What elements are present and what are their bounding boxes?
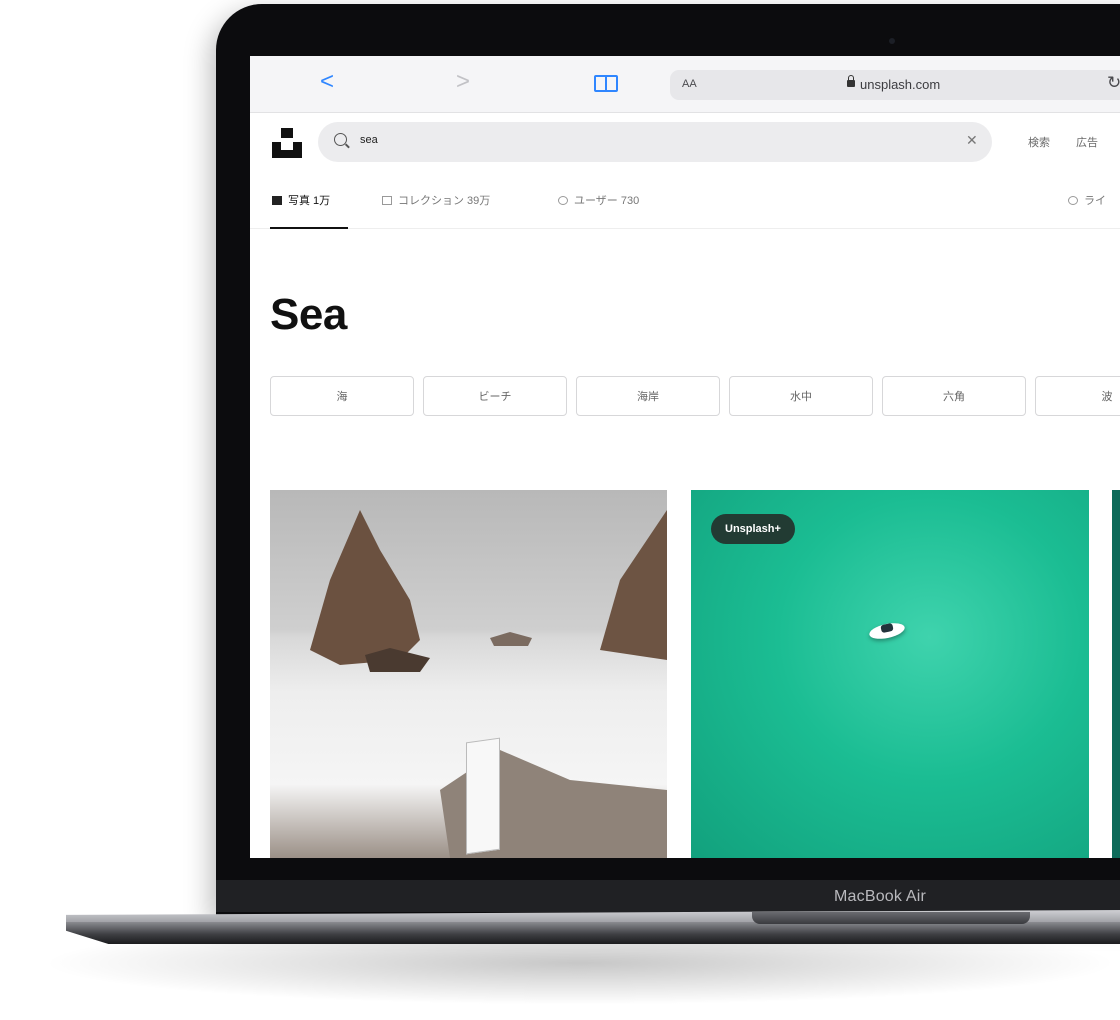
chip[interactable]: 海 [270,376,414,416]
photo-card[interactable] [1112,490,1120,858]
screen-bezel-bottom [216,880,1120,912]
header-link[interactable]: 検索 [1028,134,1050,150]
page-title: Sea [270,290,347,339]
active-tab-underline [270,227,348,229]
chip[interactable]: 海岸 [576,376,720,416]
tab-license[interactable]: ライ [1068,192,1106,208]
browser-window: < > AA unsplash.com ↻ sea ✕ 検索 広告 写真 1万 … [250,56,1120,858]
header-link[interactable]: 広告 [1076,134,1098,150]
info-icon [1068,196,1078,205]
tab-label: ユーザー 730 [574,195,640,207]
device-shadow [40,935,1120,1005]
lock-icon [847,75,855,87]
chip[interactable]: 六角 [882,376,1026,416]
tab-photos[interactable]: 写真 1万 [272,192,330,208]
related-chips: 海 ビーチ 海岸 水中 六角 波 [270,376,1120,418]
tab-label: 写真 1万 [288,195,331,207]
safari-toolbar: < > AA unsplash.com ↻ [250,56,1120,113]
chevron-left-icon: < [320,68,335,95]
site-header: sea ✕ 検索 広告 [250,112,1120,172]
back-button[interactable]: < [320,68,334,96]
forward-button[interactable]: > [456,68,470,96]
clear-search-icon[interactable]: ✕ [966,132,978,149]
user-icon [558,196,568,205]
tab-label: コレクション 39万 [398,195,491,207]
chip[interactable]: 水中 [729,376,873,416]
unsplash-plus-badge: Unsplash+ [711,514,795,544]
photo-icon [272,196,282,205]
search-input[interactable]: sea [360,134,378,146]
search-icon [334,133,347,146]
chip[interactable]: 波 [1035,376,1120,416]
model-label: MacBook Air [834,888,927,905]
chevron-right-icon: > [456,68,471,95]
reload-icon[interactable]: ↻ [1107,73,1120,93]
camera-icon [889,38,895,44]
tab-users[interactable]: ユーザー 730 [558,192,639,208]
book-image [466,737,500,855]
result-tabs: 写真 1万 コレクション 39万 ユーザー 730 ライ [250,172,1120,229]
collection-icon [382,196,392,205]
bookmarks-icon[interactable] [594,75,618,92]
url-text: unsplash.com [860,77,941,92]
photo-card[interactable]: Unsplash+ [691,490,1089,858]
search-bar[interactable]: sea ✕ [318,122,992,162]
text-size-button[interactable]: AA [682,78,697,90]
tab-label: ライ [1084,195,1106,207]
tab-collections[interactable]: コレクション 39万 [382,192,490,208]
photo-card[interactable] [270,490,667,858]
chip[interactable]: ビーチ [423,376,567,416]
laptop-hinge-notch [752,912,1030,924]
address-bar[interactable]: AA unsplash.com ↻ [670,70,1120,100]
laptop-base [66,922,1120,944]
unsplash-logo-icon[interactable] [272,128,302,158]
